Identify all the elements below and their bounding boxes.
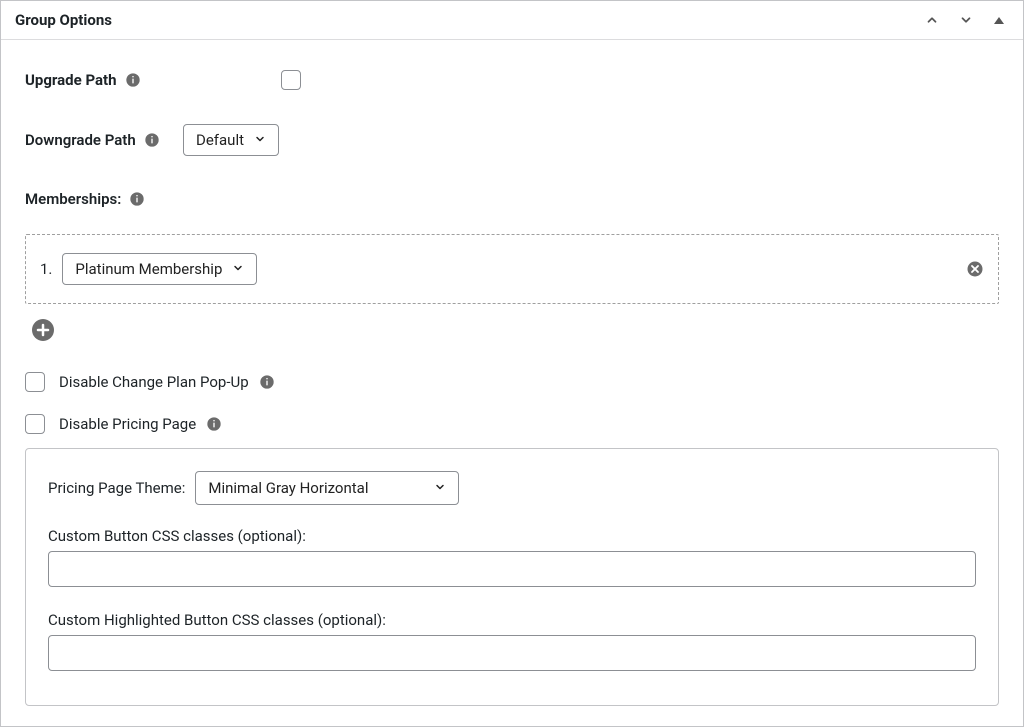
info-icon[interactable] — [144, 132, 160, 148]
pricing-theme-value: Minimal Gray Horizontal — [208, 479, 368, 497]
upgrade-path-label-wrap: Upgrade Path — [25, 71, 281, 89]
upgrade-path-label: Upgrade Path — [25, 71, 117, 89]
pricing-theme-row: Pricing Page Theme: Minimal Gray Horizon… — [48, 471, 976, 505]
group-options-panel: Group Options Upgrade Path — [0, 0, 1024, 727]
custom-highlight-button-css-label: Custom Highlighted Button CSS classes (o… — [48, 611, 976, 629]
disable-popup-checkbox[interactable] — [25, 372, 45, 392]
panel-header-controls — [921, 11, 1009, 29]
memberships-label-wrap: Memberships: — [25, 190, 999, 208]
membership-ordinal: 1. — [40, 260, 52, 278]
disable-popup-row: Disable Change Plan Pop-Up — [25, 372, 999, 392]
memberships-label: Memberships: — [25, 190, 121, 208]
panel-body: Upgrade Path Downgrade Path Default — [1, 40, 1023, 726]
panel-title: Group Options — [15, 11, 112, 29]
info-icon[interactable] — [125, 72, 141, 88]
downgrade-path-row: Downgrade Path Default — [25, 124, 999, 156]
downgrade-path-label: Downgrade Path — [25, 131, 136, 149]
chevron-down-icon — [254, 131, 266, 149]
pricing-theme-label: Pricing Page Theme: — [48, 479, 185, 497]
disable-pricing-label-wrap: Disable Pricing Page — [59, 415, 222, 433]
disable-pricing-checkbox[interactable] — [25, 414, 45, 434]
disable-pricing-row: Disable Pricing Page — [25, 414, 999, 434]
pricing-settings-box: Pricing Page Theme: Minimal Gray Horizon… — [25, 448, 999, 706]
panel-header: Group Options — [1, 1, 1023, 40]
upgrade-path-row: Upgrade Path — [25, 70, 999, 90]
membership-select[interactable]: Platinum Membership — [62, 253, 257, 285]
chevron-down-icon — [434, 479, 446, 497]
add-membership-button[interactable] — [31, 318, 55, 342]
custom-highlight-button-css-group: Custom Highlighted Button CSS classes (o… — [48, 611, 976, 671]
membership-value: Platinum Membership — [75, 260, 222, 278]
disable-popup-label-wrap: Disable Change Plan Pop-Up — [59, 373, 275, 391]
downgrade-path-value: Default — [196, 131, 244, 149]
memberships-section: Memberships: 1. Platinum Membership — [25, 190, 999, 342]
pricing-theme-select[interactable]: Minimal Gray Horizontal — [195, 471, 459, 505]
chevron-down-icon — [232, 260, 244, 278]
downgrade-path-select[interactable]: Default — [183, 124, 279, 156]
custom-highlight-button-css-input[interactable] — [48, 635, 976, 671]
info-icon[interactable] — [259, 374, 275, 390]
custom-button-css-input[interactable] — [48, 551, 976, 587]
disable-popup-label: Disable Change Plan Pop-Up — [59, 373, 249, 391]
collapse-toggle-button[interactable] — [989, 12, 1009, 28]
downgrade-path-label-wrap: Downgrade Path — [25, 131, 183, 149]
custom-button-css-label: Custom Button CSS classes (optional): — [48, 527, 976, 545]
info-icon[interactable] — [129, 191, 145, 207]
move-down-button[interactable] — [955, 11, 977, 29]
remove-membership-button[interactable] — [966, 260, 984, 278]
membership-item-left: 1. Platinum Membership — [40, 253, 257, 285]
disable-pricing-label: Disable Pricing Page — [59, 415, 196, 433]
info-icon[interactable] — [206, 416, 222, 432]
upgrade-path-checkbox[interactable] — [281, 70, 301, 90]
membership-item: 1. Platinum Membership — [25, 234, 999, 304]
custom-button-css-group: Custom Button CSS classes (optional): — [48, 527, 976, 587]
move-up-button[interactable] — [921, 11, 943, 29]
